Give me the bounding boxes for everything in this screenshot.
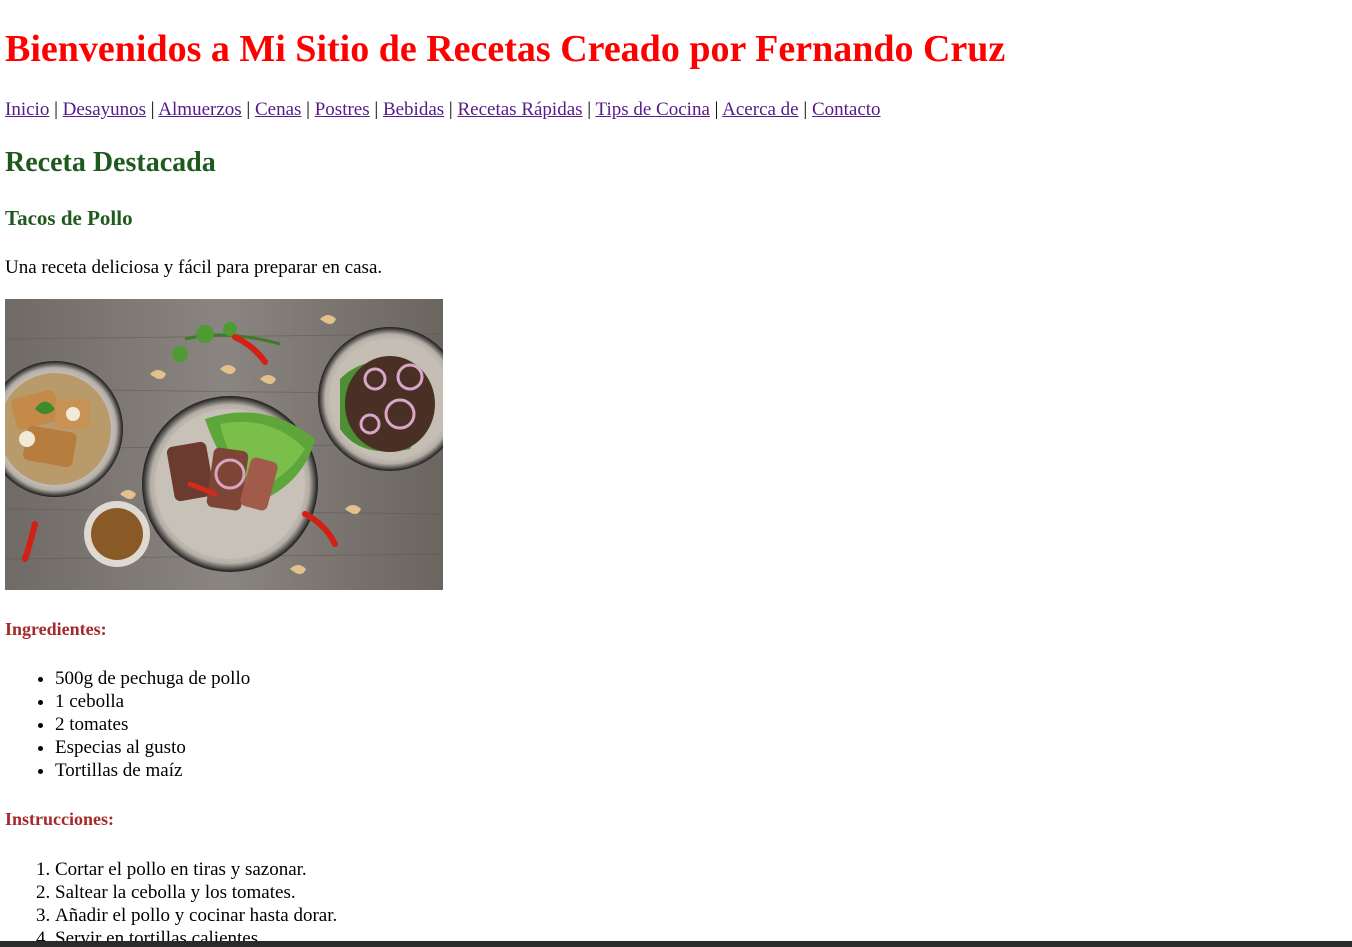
recipe-description: Una receta deliciosa y fácil para prepar…	[5, 257, 383, 278]
nav-separator: |	[246, 99, 251, 120]
nav-separator: |	[150, 99, 155, 120]
list-item: Añadir el pollo y cocinar hasta dorar.	[55, 904, 337, 927]
window-bottom-edge	[0, 941, 1352, 947]
nav-link-tips-de-cocina[interactable]: Tips de Cocina	[596, 99, 710, 120]
list-item: Saltear la cebolla y los tomates.	[55, 881, 337, 904]
nav-link-bebidas[interactable]: Bebidas	[383, 99, 444, 120]
ingredients-list: 500g de pechuga de pollo 1 cebolla 2 tom…	[5, 667, 250, 782]
nav-link-contacto[interactable]: Contacto	[812, 99, 881, 120]
instructions-heading: Instrucciones:	[5, 809, 114, 829]
nav-link-inicio[interactable]: Inicio	[5, 99, 49, 120]
nav-separator: |	[306, 99, 310, 120]
nav-link-almuerzos[interactable]: Almuerzos	[158, 99, 241, 120]
list-item: 1 cebolla	[55, 690, 250, 713]
nav-link-acerca-de[interactable]: Acerca de	[722, 99, 798, 120]
list-item: Tortillas de maíz	[55, 759, 250, 782]
nav-separator: |	[587, 99, 592, 120]
list-item: 2 tomates	[55, 713, 250, 736]
nav-separator: |	[54, 99, 58, 120]
list-item: 500g de pechuga de pollo	[55, 667, 250, 690]
nav-separator: |	[374, 99, 379, 120]
nav-link-recetas-rapidas[interactable]: Recetas Rápidas	[457, 99, 582, 120]
nav-link-cenas[interactable]: Cenas	[255, 99, 301, 120]
nav-link-desayunos[interactable]: Desayunos	[63, 99, 146, 120]
list-item: Cortar el pollo en tiras y sazonar.	[55, 858, 337, 881]
instructions-list: Cortar el pollo en tiras y sazonar. Salt…	[5, 858, 337, 947]
nav-separator: |	[448, 99, 453, 120]
site-title: Bienvenidos a Mi Sitio de Recetas Creado…	[5, 28, 1006, 70]
recipe-title: Tacos de Pollo	[5, 206, 133, 230]
recipe-photo	[5, 299, 443, 590]
nav-link-postres[interactable]: Postres	[315, 99, 370, 120]
ingredients-heading: Ingredientes:	[5, 619, 107, 639]
nav-separator: |	[714, 99, 719, 120]
main-nav: Inicio | Desayunos | Almuerzos | Cenas |…	[5, 97, 881, 123]
nav-separator: |	[803, 99, 808, 120]
list-item: Especias al gusto	[55, 736, 250, 759]
featured-heading: Receta Destacada	[5, 147, 216, 178]
